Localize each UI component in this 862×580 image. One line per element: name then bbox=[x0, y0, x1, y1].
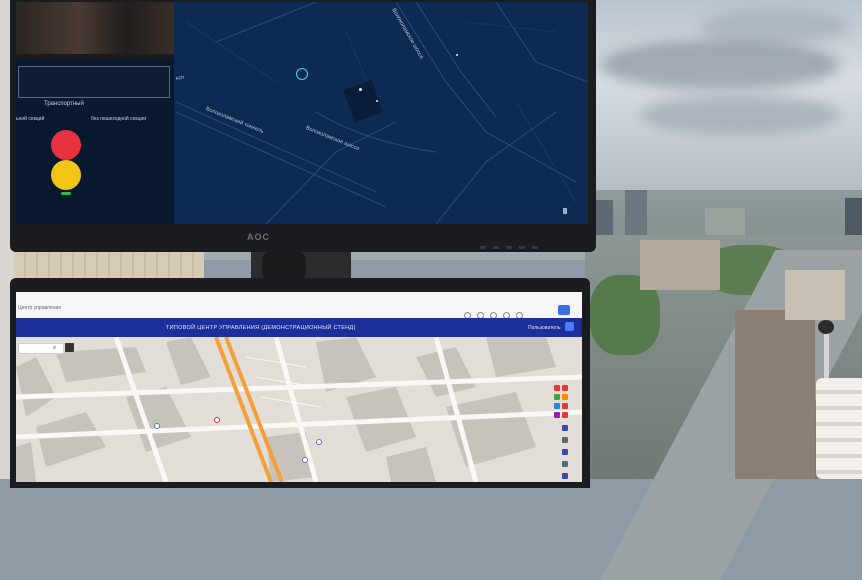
building bbox=[785, 270, 845, 320]
app-toolbar: Центр управления bbox=[16, 292, 582, 319]
panel-col-left: ьной секций bbox=[16, 116, 45, 122]
top-screen: Волоколамский тоннель Волоколамское шосс… bbox=[16, 2, 588, 224]
building bbox=[640, 240, 720, 290]
map-search-input[interactable]: ⌕ bbox=[18, 343, 64, 354]
bottom-monitor: Центр управления ТИПОВОЙ ЦЕНТР УПРАВЛЕНИ… bbox=[10, 278, 590, 488]
top-monitor: Волоколамский тоннель Волоколамское шосс… bbox=[10, 0, 596, 252]
bottom-screen: Центр управления ТИПОВОЙ ЦЕНТР УПРАВЛЕНИ… bbox=[16, 292, 582, 482]
city-map[interactable]: ⌕ bbox=[16, 337, 582, 482]
map-marker-icon[interactable] bbox=[296, 68, 308, 80]
page-title: ТИПОВОЙ ЦЕНТР УПРАВЛЕНИЯ (ДЕМОНСТРАЦИОНН… bbox=[166, 325, 356, 331]
camera-feed[interactable] bbox=[16, 2, 174, 54]
green-light-icon bbox=[61, 192, 71, 195]
monitor-brand: AOC bbox=[247, 232, 270, 242]
monitor-buttons[interactable] bbox=[480, 236, 570, 249]
city-map-blocks bbox=[16, 337, 582, 482]
yellow-light-icon bbox=[51, 160, 81, 190]
map-point[interactable] bbox=[376, 100, 378, 102]
red-light-icon bbox=[51, 130, 81, 160]
sensor-cap bbox=[818, 320, 834, 334]
panel-input[interactable] bbox=[18, 66, 170, 98]
map-poi-icon[interactable] bbox=[154, 423, 160, 429]
panel-title: Транспортный bbox=[44, 101, 84, 107]
weather-sensor-shield bbox=[816, 378, 862, 479]
trash-icon[interactable] bbox=[563, 208, 567, 214]
panel-col-right: без пешеходной секции bbox=[91, 116, 147, 122]
window-blind bbox=[14, 252, 204, 280]
map-point[interactable] bbox=[456, 54, 458, 56]
layers-button[interactable] bbox=[65, 343, 74, 352]
map-poi-icon[interactable] bbox=[214, 417, 220, 423]
camera-bar bbox=[16, 54, 174, 60]
breadcrumb[interactable]: Центр управления bbox=[18, 305, 61, 311]
monitor-mount-neck bbox=[262, 252, 306, 280]
side-panel: Транспортный ьной секций без пешеходной … bbox=[16, 2, 174, 224]
search-icon[interactable]: ⌕ bbox=[53, 345, 56, 352]
map-poi-icon[interactable] bbox=[302, 457, 308, 463]
map-tool-palette[interactable] bbox=[554, 385, 576, 482]
map-poi-icon[interactable] bbox=[316, 439, 322, 445]
map-point[interactable] bbox=[359, 88, 362, 91]
user-label[interactable]: Пользователь bbox=[528, 325, 560, 331]
building bbox=[735, 310, 815, 479]
title-bar: ТИПОВОЙ ЦЕНТР УПРАВЛЕНИЯ (ДЕМОНСТРАЦИОНН… bbox=[16, 318, 582, 337]
toolbar-action-button[interactable] bbox=[558, 305, 570, 315]
user-icon[interactable] bbox=[565, 322, 574, 331]
